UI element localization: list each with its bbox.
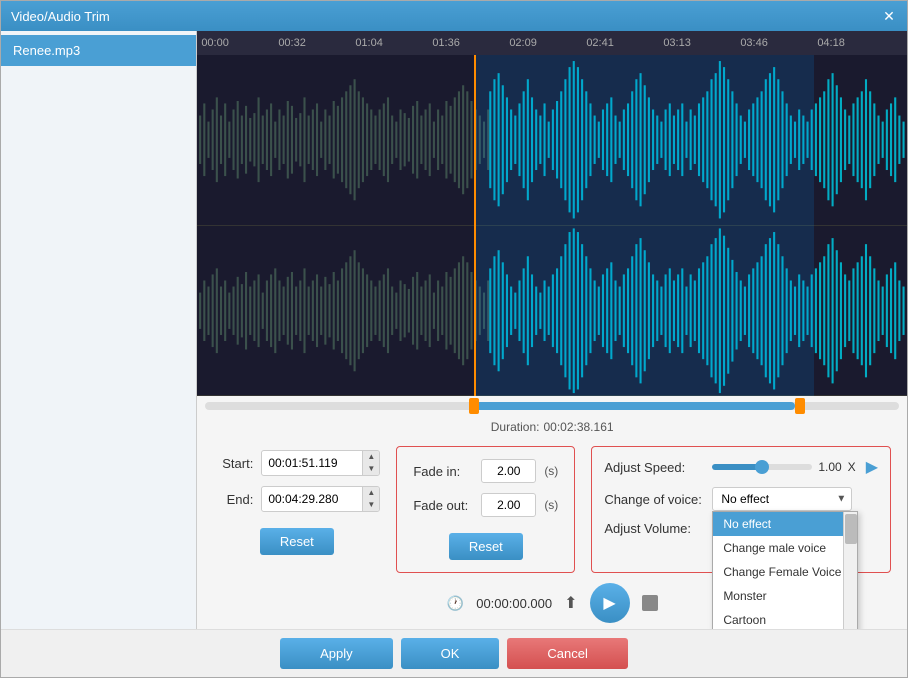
- start-spin-down[interactable]: ▼: [363, 463, 379, 475]
- dropdown-item-cartoon[interactable]: Cartoon: [713, 608, 857, 629]
- cancel-button[interactable]: Cancel: [507, 638, 627, 669]
- speed-play-icon[interactable]: ▶: [866, 457, 878, 477]
- dropdown-item-male[interactable]: Change male voice: [713, 536, 857, 560]
- voice-select-container: No effect Change male voice Change Femal…: [712, 487, 852, 511]
- playhead[interactable]: [474, 55, 476, 396]
- end-spin: ▲ ▼: [362, 487, 379, 511]
- timeline-markers: 00:00 00:32 01:04 01:36 02:09 02:41 03:1…: [201, 31, 903, 55]
- speed-slider-wrapper: 1.00 X ▶: [712, 457, 878, 477]
- trim-range: [469, 402, 795, 410]
- marker-2: 01:04: [355, 37, 383, 49]
- start-input-wrapper: ▲ ▼: [261, 450, 380, 476]
- reset-left-button[interactable]: Reset: [260, 528, 334, 555]
- start-spin: ▲ ▼: [362, 451, 379, 475]
- end-field-row: End: ▲ ▼: [213, 486, 380, 512]
- scroll-thumb: [845, 514, 857, 544]
- end-spin-up[interactable]: ▲: [363, 487, 379, 499]
- marker-6: 03:13: [663, 37, 691, 49]
- fade-reset-row: Reset: [413, 533, 558, 560]
- start-input[interactable]: [262, 452, 362, 474]
- speed-value: 1.00: [818, 460, 841, 474]
- end-spin-down[interactable]: ▼: [363, 499, 379, 511]
- fade-in-row: Fade in: (s): [413, 459, 558, 483]
- play-icon: ▶: [603, 593, 615, 613]
- fade-section: Fade in: (s) Fade out: (s) Reset: [396, 446, 575, 573]
- window-title: Video/Audio Trim: [11, 9, 110, 24]
- speed-slider[interactable]: [712, 464, 812, 470]
- dropdown-scrollbar[interactable]: [843, 512, 857, 629]
- start-end-section: Start: ▲ ▼ End:: [213, 446, 380, 573]
- voice-label: Change of voice:: [604, 492, 704, 507]
- marker-7: 03:46: [740, 37, 768, 49]
- trim-track: [205, 402, 899, 410]
- marker-4: 02:09: [509, 37, 537, 49]
- voice-section: Adjust Speed: 1.00 X ▶ Change of voice:: [591, 446, 891, 573]
- waveform-container[interactable]: 00:00 00:32 01:04 01:36 02:09 02:41 03:1…: [197, 31, 907, 396]
- timeline: 00:00 00:32 01:04 01:36 02:09 02:41 03:1…: [197, 31, 907, 55]
- content-area: 00:00 00:32 01:04 01:36 02:09 02:41 03:1…: [197, 31, 907, 629]
- sidebar: Renee.mp3: [1, 31, 197, 629]
- marker-3: 01:36: [432, 37, 460, 49]
- voice-dropdown: No effect Change male voice Change Femal…: [712, 511, 858, 629]
- marker-8: 04:18: [817, 37, 845, 49]
- export-icon[interactable]: ⬆: [564, 593, 577, 613]
- voice-select[interactable]: No effect Change male voice Change Femal…: [712, 487, 852, 511]
- marker-1: 00:32: [278, 37, 306, 49]
- stop-button[interactable]: [642, 595, 658, 611]
- end-input[interactable]: [262, 488, 362, 510]
- fade-in-label: Fade in:: [413, 464, 473, 479]
- fade-out-row: Fade out: (s): [413, 493, 558, 517]
- trim-handle-left[interactable]: [469, 398, 479, 414]
- playback-time: 00:00:00.000: [476, 596, 552, 611]
- close-button[interactable]: ✕: [881, 8, 897, 24]
- dropdown-item-no-effect[interactable]: No effect: [713, 512, 857, 536]
- fade-in-input[interactable]: [481, 459, 536, 483]
- speed-row: Adjust Speed: 1.00 X ▶: [604, 457, 878, 477]
- trim-handle-right[interactable]: [795, 398, 805, 414]
- fade-reset-button[interactable]: Reset: [449, 533, 523, 560]
- duration-bar: Duration: 00:02:38.161: [197, 416, 907, 438]
- end-label: End:: [213, 492, 253, 507]
- apply-button[interactable]: Apply: [280, 638, 393, 669]
- marker-0: 00:00: [201, 37, 229, 49]
- end-input-wrapper: ▲ ▼: [261, 486, 380, 512]
- dropdown-item-monster[interactable]: Monster: [713, 584, 857, 608]
- start-spin-up[interactable]: ▲: [363, 451, 379, 463]
- selection-overlay: [474, 55, 814, 396]
- fade-out-input[interactable]: [481, 493, 536, 517]
- speed-label: Adjust Speed:: [604, 460, 704, 475]
- controls-section: Start: ▲ ▼ End:: [197, 438, 907, 577]
- title-bar: Video/Audio Trim ✕: [1, 1, 907, 31]
- sidebar-item-renee[interactable]: Renee.mp3: [1, 35, 196, 66]
- dropdown-item-female[interactable]: Change Female Voice: [713, 560, 857, 584]
- main-area: Renee.mp3 00:00 00:32 01:04 01:36 02:09 …: [1, 31, 907, 629]
- sidebar-item-label: Renee.mp3: [13, 43, 80, 58]
- marker-5: 02:41: [586, 37, 614, 49]
- reset-left-row: Reset: [213, 528, 380, 555]
- play-button[interactable]: ▶: [590, 583, 630, 623]
- fade-out-unit: (s): [544, 498, 558, 512]
- fade-in-unit: (s): [544, 464, 558, 478]
- duration-value: 00:02:38.161: [543, 420, 613, 434]
- ok-button[interactable]: OK: [401, 638, 500, 669]
- duration-label: Duration:: [491, 420, 540, 434]
- start-label: Start:: [213, 456, 253, 471]
- voice-row: Change of voice: No effect Change male v…: [604, 487, 878, 511]
- bottom-bar: Apply OK Cancel: [1, 629, 907, 677]
- start-field-row: Start: ▲ ▼: [213, 450, 380, 476]
- volume-label: Adjust Volume:: [604, 521, 704, 536]
- trim-slider-bar: [197, 396, 907, 416]
- clock-icon: 🕐: [447, 595, 464, 612]
- speed-unit: X: [848, 460, 856, 474]
- fade-out-label: Fade out:: [413, 498, 473, 513]
- main-window: Video/Audio Trim ✕ Renee.mp3 00:00 00:32…: [0, 0, 908, 678]
- waveform-tracks: [197, 55, 907, 396]
